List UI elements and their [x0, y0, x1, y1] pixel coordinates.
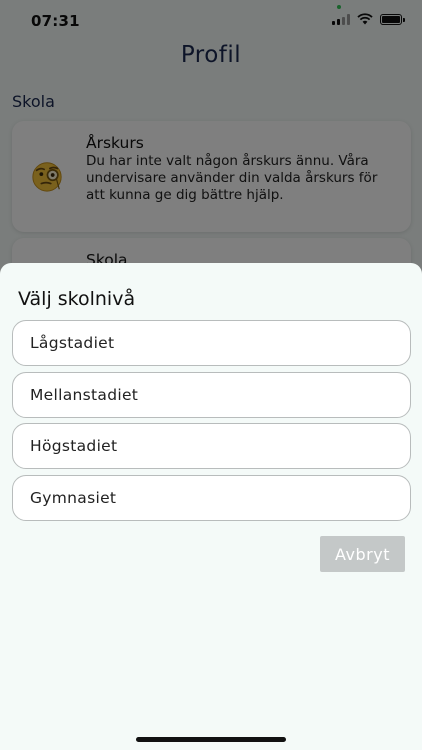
- option-hogstadiet[interactable]: Högstadiet: [12, 423, 411, 469]
- cancel-button[interactable]: Avbryt: [320, 536, 405, 572]
- option-mellanstadiet[interactable]: Mellanstadiet: [12, 372, 411, 418]
- option-gymnasiet[interactable]: Gymnasiet: [12, 475, 411, 521]
- school-level-sheet: Välj skolnivå Lågstadiet Mellanstadiet H…: [0, 263, 422, 750]
- sheet-title: Välj skolnivå: [18, 288, 136, 310]
- home-indicator[interactable]: [136, 737, 286, 742]
- option-lagstadiet[interactable]: Lågstadiet: [12, 320, 411, 366]
